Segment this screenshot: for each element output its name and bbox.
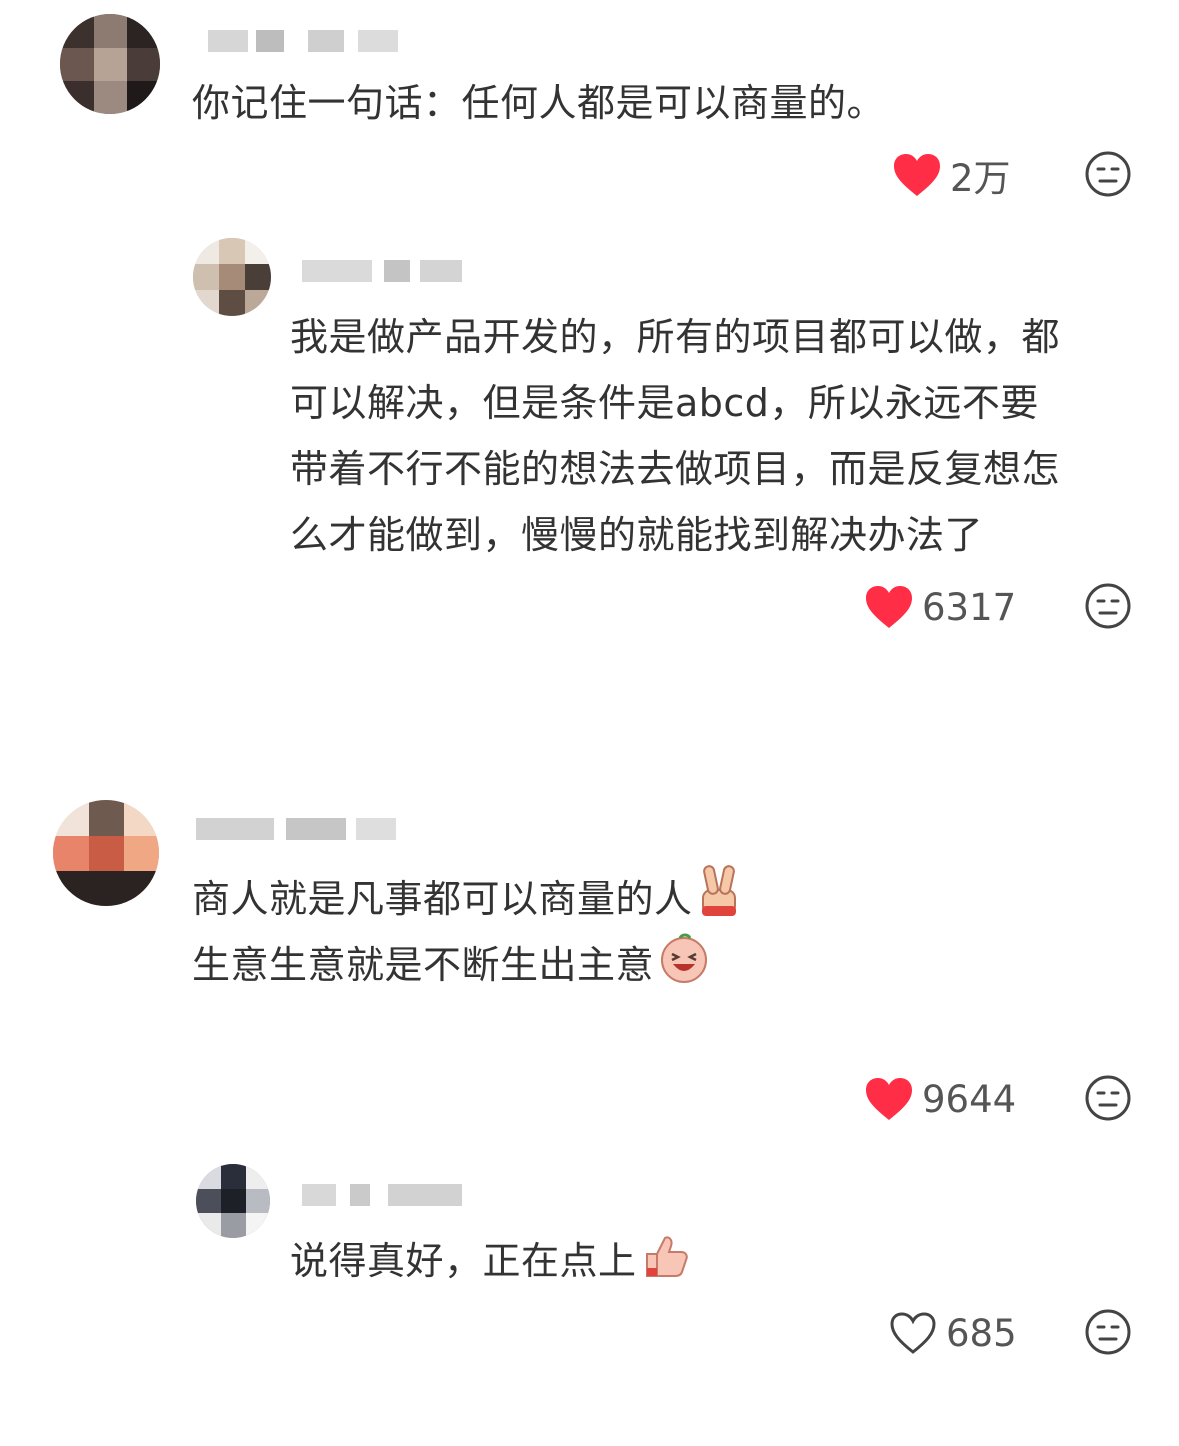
comment-text: 说得真好，正在点上 [290, 1228, 691, 1294]
comment-line: 生意生意就是不断生出主意 [192, 943, 655, 987]
avatar[interactable] [60, 14, 160, 114]
dislike-face-icon[interactable] [1084, 150, 1132, 198]
like-count: 6317 [922, 585, 1017, 629]
like-count: 9644 [922, 1077, 1017, 1121]
username-blurred[interactable] [302, 1184, 462, 1206]
comment-text: 商人就是凡事都可以商量的人 生意生意就是不断生出主意 [192, 862, 741, 998]
heart-outline-icon [890, 1312, 936, 1354]
avatar[interactable] [53, 800, 159, 906]
comment-line-with-emoji: 说得真好，正在点上 [290, 1228, 691, 1294]
like-button[interactable]: 2万 [892, 148, 1011, 202]
comment-actions: 685 [888, 1308, 1134, 1358]
username-blurred[interactable] [208, 30, 398, 52]
comment-actions: 2万 [892, 150, 1132, 200]
comment-actions: 6317 [864, 582, 1134, 632]
dislike-face-icon[interactable] [1084, 582, 1132, 630]
comment-line: 么才能做到，慢慢的就能找到解决办法了 [290, 513, 984, 557]
thumbs-up-emoji [645, 1236, 688, 1277]
comment-line: 带着不行不能的想法去做项目，而是反复想怎 [290, 447, 1061, 491]
like-button[interactable]: 6317 [864, 584, 1016, 630]
comment-line: 说得真好，正在点上 [290, 1239, 637, 1283]
avatar[interactable] [193, 238, 271, 316]
victory-hand-emoji [701, 865, 736, 916]
comment-text: 我是做产品开发的，所有的项目都可以做，都 可以解决，但是条件是abcd，所以永远… [290, 304, 1060, 568]
comment-line: 可以解决，但是条件是abcd，所以永远不要 [290, 381, 1039, 425]
heart-filled-icon [866, 1078, 912, 1120]
comment-line: 我是做产品开发的，所有的项目都可以做，都 [290, 315, 1061, 359]
comment-line: 商人就是凡事都可以商量的人 [192, 877, 693, 921]
comment-actions: 9644 [864, 1074, 1134, 1124]
laughing-peach-emoji [661, 933, 708, 983]
dislike-face-icon[interactable] [1084, 1308, 1132, 1356]
like-count: 685 [946, 1311, 1017, 1355]
username-blurred[interactable] [196, 818, 396, 840]
avatar[interactable] [196, 1164, 270, 1238]
heart-filled-icon [866, 586, 912, 628]
like-button[interactable]: 9644 [864, 1076, 1016, 1122]
dislike-face-icon[interactable] [1084, 1074, 1132, 1122]
like-count: 2万 [950, 157, 1011, 200]
heart-filled-icon [894, 154, 940, 196]
comment-line: 你记住一句话：任何人都是可以商量的。 [192, 81, 886, 125]
like-button[interactable]: 685 [888, 1310, 1017, 1356]
username-blurred[interactable] [302, 260, 462, 282]
comment-text: 你记住一句话：任何人都是可以商量的。 [192, 70, 885, 136]
comment-line-with-emoji: 生意生意就是不断生出主意 [192, 932, 741, 998]
comment-line-with-emoji: 商人就是凡事都可以商量的人 [192, 862, 741, 932]
